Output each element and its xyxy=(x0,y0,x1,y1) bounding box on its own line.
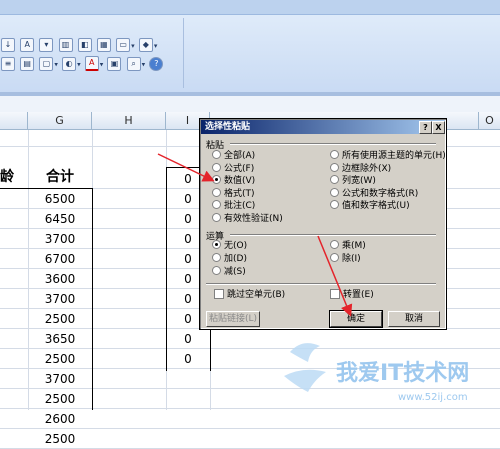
help-button[interactable]: ? xyxy=(419,121,432,134)
operation-right-radio-1[interactable]: 除(I) xyxy=(330,253,361,265)
chart-icon[interactable]: ▥ xyxy=(58,38,73,52)
total-cell[interactable]: 3600 xyxy=(28,270,92,288)
fill-icon[interactable]: ◆ xyxy=(138,38,153,52)
paste-option-radio-4[interactable]: 批注(C) xyxy=(212,200,255,212)
total-cell[interactable]: 2500 xyxy=(28,310,92,328)
operation-radio-0[interactable]: 无(O) xyxy=(212,240,247,252)
paste-option-radio-1[interactable]: 公式(F) xyxy=(212,162,254,175)
ribbon-row-2: ≡ ▤ ▢ ▾ ◐ ▾ A ▾ ▣ ⌕ ▾ ? xyxy=(0,56,164,72)
column-header-g[interactable]: G xyxy=(28,112,92,129)
paste-option-radio-3[interactable]: 格式(T) xyxy=(212,187,255,200)
radio-icon xyxy=(212,266,221,275)
column-header-prev[interactable] xyxy=(0,112,28,129)
column-header-o[interactable]: O xyxy=(478,112,500,129)
paste-option-right-radio-3[interactable]: 公式和数字格式(R) xyxy=(330,187,418,200)
ok-button[interactable]: 确定 xyxy=(329,310,383,328)
paste-option-right-radio-2[interactable]: 列宽(W) xyxy=(330,175,376,187)
radio-icon xyxy=(212,175,221,184)
ribbon-tab-strip xyxy=(0,0,500,14)
column-header-h[interactable]: H xyxy=(92,112,166,129)
header-cell-age[interactable]: 龄 xyxy=(0,168,28,186)
operation-right-radio-0[interactable]: 乘(M) xyxy=(330,240,366,252)
operation-radio-2[interactable]: 减(S) xyxy=(212,266,246,278)
total-cell[interactable]: 2500 xyxy=(28,390,92,408)
radio-icon xyxy=(330,150,339,159)
radio-icon xyxy=(330,200,339,209)
radio-icon xyxy=(330,253,339,262)
total-cell[interactable]: 3650 xyxy=(28,330,92,348)
cancel-button[interactable]: 取消 xyxy=(388,311,440,327)
checkbox-icon xyxy=(214,288,224,299)
paste-link-button[interactable]: 粘贴链接(L) xyxy=(206,311,260,327)
radio-icon xyxy=(330,187,339,197)
paste-option-right-radio-0[interactable]: 所有使用源主题的单元(H) xyxy=(330,150,446,162)
folder-icon[interactable]: ▭ xyxy=(116,38,131,52)
total-cell[interactable]: 2500 xyxy=(28,430,92,448)
paste-option-right-radio-1[interactable]: 边框除外(X) xyxy=(330,162,391,175)
help-icon[interactable]: ? xyxy=(149,56,164,71)
watermark-url: www.52ij.com xyxy=(398,392,468,403)
watermark-logo: 我爱IT技术网 www.52ij.com xyxy=(284,343,469,403)
grid-icon[interactable]: ▦ xyxy=(96,38,111,52)
sort-ascending-icon[interactable]: A xyxy=(20,38,35,52)
ribbon-row-1: ↓ A ▾ ▥ ◧ ▦ ▭ ▾ ◆ ▾ xyxy=(0,38,157,54)
total-cell[interactable]: 6500 xyxy=(28,190,92,208)
paste-option-radio-0[interactable]: 全部(A) xyxy=(212,150,255,162)
total-cell[interactable]: 2500 xyxy=(28,350,92,368)
radio-icon xyxy=(330,162,339,172)
drawing-icon[interactable]: ◧ xyxy=(77,38,92,52)
zoom-icon[interactable]: ⌕ xyxy=(126,56,141,71)
border-icon[interactable]: ▢ xyxy=(39,56,54,71)
radio-icon xyxy=(212,150,221,159)
highlight-icon[interactable]: ◐ xyxy=(62,56,77,71)
total-cell[interactable]: 3700 xyxy=(28,370,92,388)
sort-icon[interactable]: ↓ xyxy=(1,38,15,52)
paste-option-radio-5[interactable]: 有效性验证(N) xyxy=(212,212,283,225)
total-cell[interactable]: 3700 xyxy=(28,230,92,248)
radio-icon xyxy=(212,200,221,209)
transpose-checkbox[interactable]: 转置(E) xyxy=(330,288,374,301)
ribbon: ↓ A ▾ ▥ ◧ ▦ ▭ ▾ ◆ ▾ ≡ ▤ ▢ ▾ ◐ ▾ A ▾ ▣ ⌕ ▾ ? xyxy=(0,0,500,96)
image-icon[interactable]: ▣ xyxy=(107,56,122,71)
operation-radio-1[interactable]: 加(D) xyxy=(212,253,247,265)
watermark-text: 我爱IT技术网 xyxy=(336,361,469,386)
dialog-title: 选择性粘贴 xyxy=(205,122,251,132)
total-cell[interactable]: 6450 xyxy=(28,210,92,228)
header-cell-total[interactable]: 合计 xyxy=(28,168,92,186)
dialog-title-bar[interactable]: 选择性粘贴 ? X xyxy=(201,120,445,134)
total-cell[interactable]: 2600 xyxy=(28,410,92,428)
skip-blanks-checkbox[interactable]: 跳过空单元(B) xyxy=(214,288,285,301)
merge-icon[interactable]: ▤ xyxy=(20,56,35,71)
close-button[interactable]: X xyxy=(432,121,445,134)
radio-icon xyxy=(330,175,339,184)
radio-icon xyxy=(212,187,221,197)
paste-special-dialog: 选择性粘贴 ? X 粘贴 全部(A) 公式(F) 数值(V) 格式(T) 批注(C) 有效… xyxy=(199,118,447,330)
radio-icon xyxy=(212,212,221,222)
formula-bar[interactable] xyxy=(0,96,500,113)
total-cell[interactable]: 3700 xyxy=(28,290,92,308)
filter-icon[interactable]: ▾ xyxy=(39,38,54,52)
radio-icon xyxy=(212,253,221,262)
column-i-cell[interactable]: 0 xyxy=(166,330,210,348)
radio-icon xyxy=(212,240,221,249)
paste-option-radio-2[interactable]: 数值(V) xyxy=(212,175,255,187)
radio-icon xyxy=(330,240,339,249)
radio-icon xyxy=(212,162,221,172)
paste-option-right-radio-4[interactable]: 值和数字格式(U) xyxy=(330,200,410,212)
total-cell[interactable]: 6700 xyxy=(28,250,92,268)
font-color-icon[interactable]: A xyxy=(84,56,99,71)
indent-icon[interactable]: ≡ xyxy=(1,56,15,71)
column-i-cell[interactable]: 0 xyxy=(166,350,210,368)
checkbox-icon xyxy=(330,288,340,299)
